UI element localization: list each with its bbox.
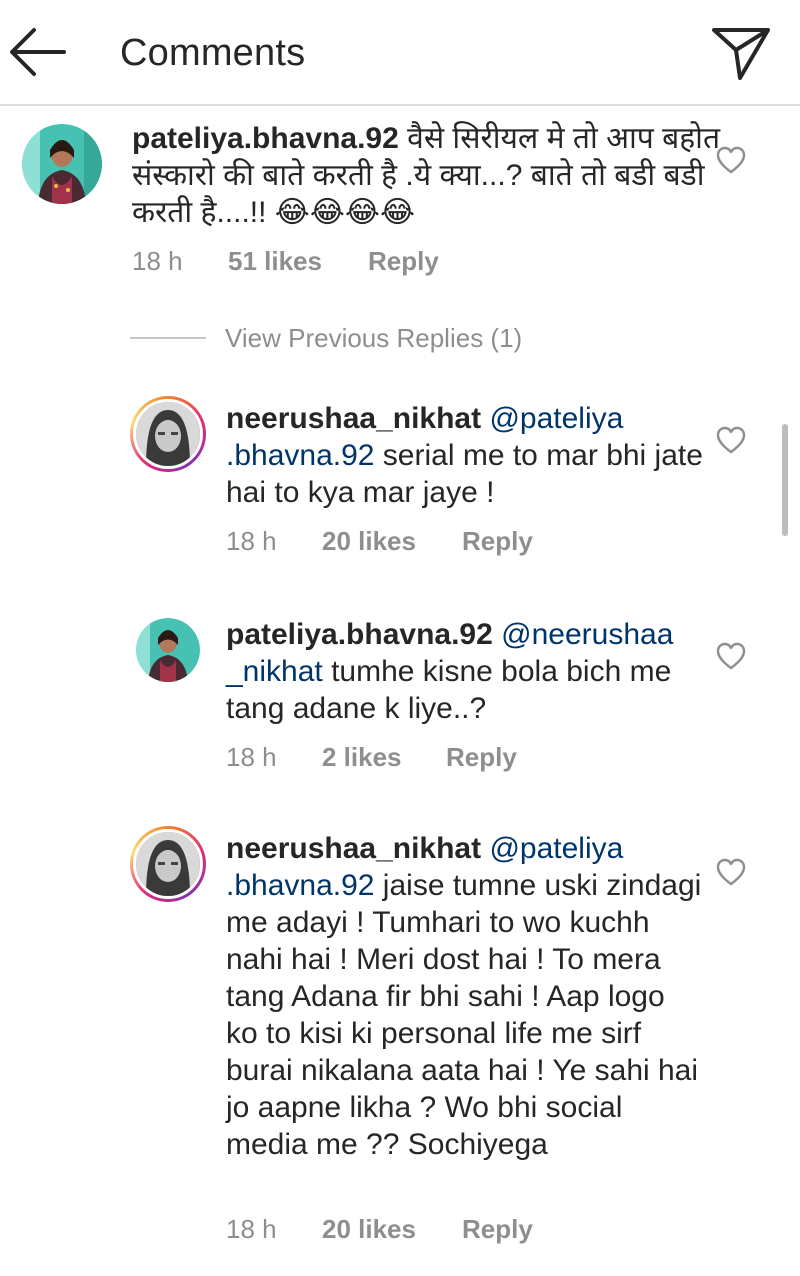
comment-text: pateliya.bhavna.92 वैसे सिरीयल मे तो आप … (132, 120, 722, 231)
comment-likes[interactable]: 2 likes (322, 742, 446, 772)
like-button[interactable] (716, 858, 746, 886)
comment-time: 18 h (226, 1214, 277, 1244)
back-button[interactable] (8, 22, 70, 82)
comment-username[interactable]: pateliya.bhavna.92 (132, 122, 399, 155)
avatar-photo (136, 618, 200, 682)
reply-button[interactable]: Reply (368, 246, 439, 276)
like-button[interactable] (716, 146, 746, 174)
comment-meta: 18 h 2 likes Reply (226, 742, 517, 772)
view-previous-replies-label: View Previous Replies (1) (225, 323, 523, 353)
comment-time: 18 h (132, 246, 183, 276)
comment-username[interactable]: neerushaa_nikhat (226, 832, 481, 865)
arrow-left-icon (10, 28, 66, 76)
reply-button[interactable]: Reply (446, 742, 517, 772)
comment-text: neerushaa_nikhat @pateliya .bhavna.92 ser… (226, 400, 704, 511)
reply-button[interactable]: Reply (462, 1214, 533, 1244)
comment-username[interactable]: pateliya.bhavna.92 (226, 618, 493, 651)
heart-icon (716, 426, 746, 454)
avatar[interactable] (136, 618, 200, 682)
comment-meta: 18 h 20 likes Reply (226, 1214, 533, 1244)
avatar-photo (136, 402, 200, 466)
paper-plane-icon (712, 28, 770, 80)
header-bar: Comments (0, 0, 800, 106)
comment-meta: 18 h 51 likes Reply (132, 246, 439, 276)
comment-body: jaise tumne uski zindagi me adayi ! Tumh… (226, 869, 702, 1161)
comment-meta: 18 h 20 likes Reply (226, 526, 533, 556)
comment-username[interactable]: neerushaa_nikhat (226, 402, 481, 435)
avatar[interactable] (130, 396, 206, 472)
comment-time: 18 h (226, 526, 277, 556)
avatar-photo (136, 832, 200, 896)
like-button[interactable] (716, 642, 746, 670)
comment-likes[interactable]: 20 likes (322, 1214, 462, 1244)
like-button[interactable] (716, 426, 746, 454)
comment-text: pateliya.bhavna.92 @neerushaa _nikhat tum… (226, 616, 704, 727)
share-button[interactable] (708, 20, 774, 84)
scrollbar[interactable] (782, 424, 788, 536)
comment-likes[interactable]: 20 likes (322, 526, 462, 556)
heart-icon (716, 642, 746, 670)
avatar[interactable] (22, 124, 102, 204)
comment-time: 18 h (226, 742, 277, 772)
comment-text: neerushaa_nikhat @pateliya .bhavna.92 jai… (226, 830, 704, 1163)
heart-icon (716, 146, 746, 174)
avatar-photo (22, 124, 102, 204)
page-title: Comments (120, 32, 306, 74)
divider-line (130, 337, 206, 339)
avatar[interactable] (130, 826, 206, 902)
reply-button[interactable]: Reply (462, 526, 533, 556)
heart-icon (716, 858, 746, 886)
comment-likes[interactable]: 51 likes (228, 246, 368, 276)
